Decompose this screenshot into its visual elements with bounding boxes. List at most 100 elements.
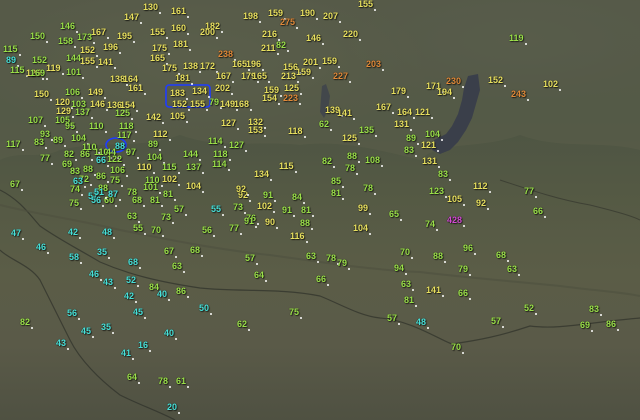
station-value-label: 57 — [387, 313, 398, 323]
station-dot — [375, 135, 377, 137]
station-value-label: 70 — [451, 342, 462, 352]
station-value-label: 83 — [34, 137, 45, 147]
station-value-label: 79 — [337, 258, 348, 268]
station-dot — [338, 66, 340, 68]
station-value-label: 119 — [509, 33, 524, 43]
station-value-label: 196 — [103, 42, 119, 52]
station-value-label: 56 — [202, 225, 213, 235]
station-value-label: 68 — [128, 257, 139, 267]
station-value-label: 155 — [150, 27, 166, 37]
station-value-label: 211 — [261, 43, 276, 53]
station-value-label: 86 — [176, 286, 187, 296]
station-dot — [121, 185, 123, 187]
station-dot — [137, 285, 139, 287]
station-dot — [316, 18, 318, 20]
station-dot — [132, 358, 134, 360]
station-value-label: 40 — [157, 289, 168, 299]
station-value-label: 89 — [6, 55, 17, 65]
station-dot — [268, 81, 270, 83]
station-dot — [46, 78, 48, 80]
station-dot — [107, 165, 109, 167]
station-dot — [168, 53, 170, 55]
station-dot — [113, 237, 115, 239]
station-dot — [187, 33, 189, 35]
station-dot — [202, 172, 204, 174]
station-value-label: 61 — [176, 376, 187, 386]
station-dot — [264, 135, 266, 137]
station-dot — [22, 149, 24, 151]
station-value-label: 82 — [20, 317, 31, 327]
station-dot — [427, 327, 429, 329]
station-value-label: 152 — [488, 75, 504, 85]
station-dot — [74, 46, 76, 48]
station-dot — [527, 99, 529, 101]
station-dot — [417, 143, 419, 145]
station-dot — [437, 150, 439, 152]
station-dot — [525, 43, 527, 45]
station-value-label: 89 — [148, 139, 159, 149]
station-value-label: 125 — [342, 133, 358, 143]
station-dot — [79, 237, 81, 239]
station-dot — [469, 274, 471, 276]
station-value-label: 116 — [290, 231, 305, 241]
station-dot — [166, 37, 168, 39]
station-value-label: 121 — [421, 140, 437, 150]
station-dot — [187, 16, 189, 18]
station-value-label: 112 — [473, 181, 488, 191]
station-value-label: 147 — [124, 12, 140, 22]
station-value-label: 86 — [96, 171, 107, 181]
station-value-label: 68 — [496, 250, 507, 260]
station-dot — [229, 159, 231, 161]
station-dot — [135, 131, 137, 133]
station-value-label: 115 — [10, 65, 25, 75]
station-dot — [304, 136, 306, 138]
station-dot — [149, 350, 151, 352]
station-value-label: 84 — [292, 192, 303, 202]
station-dot — [257, 223, 259, 225]
station-dot — [249, 200, 251, 202]
station-dot — [359, 39, 361, 41]
station-value-label: 46 — [36, 242, 47, 252]
station-value-label: 173 — [77, 32, 93, 42]
station-dot — [144, 233, 146, 235]
station-value-label: 88 — [347, 151, 358, 161]
station-value-label: 86 — [80, 149, 91, 159]
station-value-label: 43 — [56, 338, 67, 348]
station-dot — [489, 191, 491, 193]
station-value-label: 223 — [283, 93, 299, 103]
station-dot — [369, 233, 371, 235]
station-value-label: 41 — [121, 348, 132, 358]
station-dot — [322, 43, 324, 45]
station-value-label: 68 — [132, 195, 143, 205]
station-value-label: 125 — [284, 83, 300, 93]
station-dot — [80, 262, 82, 264]
station-value-label: 78 — [326, 253, 337, 263]
station-value-label: 172 — [200, 61, 216, 71]
station-value-label: 110 — [137, 162, 152, 172]
station-dot — [287, 50, 289, 52]
station-dot — [240, 233, 242, 235]
station-value-label: 161 — [128, 83, 144, 93]
station-value-label: 70 — [151, 225, 162, 235]
station-value-label: 104 — [147, 152, 163, 162]
station-value-label: 102 — [257, 201, 273, 211]
station-value-label: 203 — [366, 59, 382, 69]
station-value-label: 121 — [415, 107, 431, 117]
station-dot — [236, 109, 238, 111]
station-dot — [174, 199, 176, 201]
station-dot — [62, 73, 64, 75]
station-value-label: 146 — [306, 33, 322, 43]
station-value-label: 16 — [138, 340, 149, 350]
station-dot — [544, 216, 546, 218]
station-dot — [410, 129, 412, 131]
station-value-label: 158 — [58, 36, 74, 46]
station-value-label: 146 — [90, 99, 106, 109]
station-dot — [617, 329, 619, 331]
station-value-label: 194 — [437, 87, 453, 97]
station-dot — [342, 186, 344, 188]
station-value-label: 75 — [289, 307, 300, 317]
station-value-label: 169 — [30, 68, 46, 78]
station-dot — [31, 327, 33, 329]
station-value-label: 117 — [6, 139, 21, 149]
station-dot — [277, 53, 279, 55]
